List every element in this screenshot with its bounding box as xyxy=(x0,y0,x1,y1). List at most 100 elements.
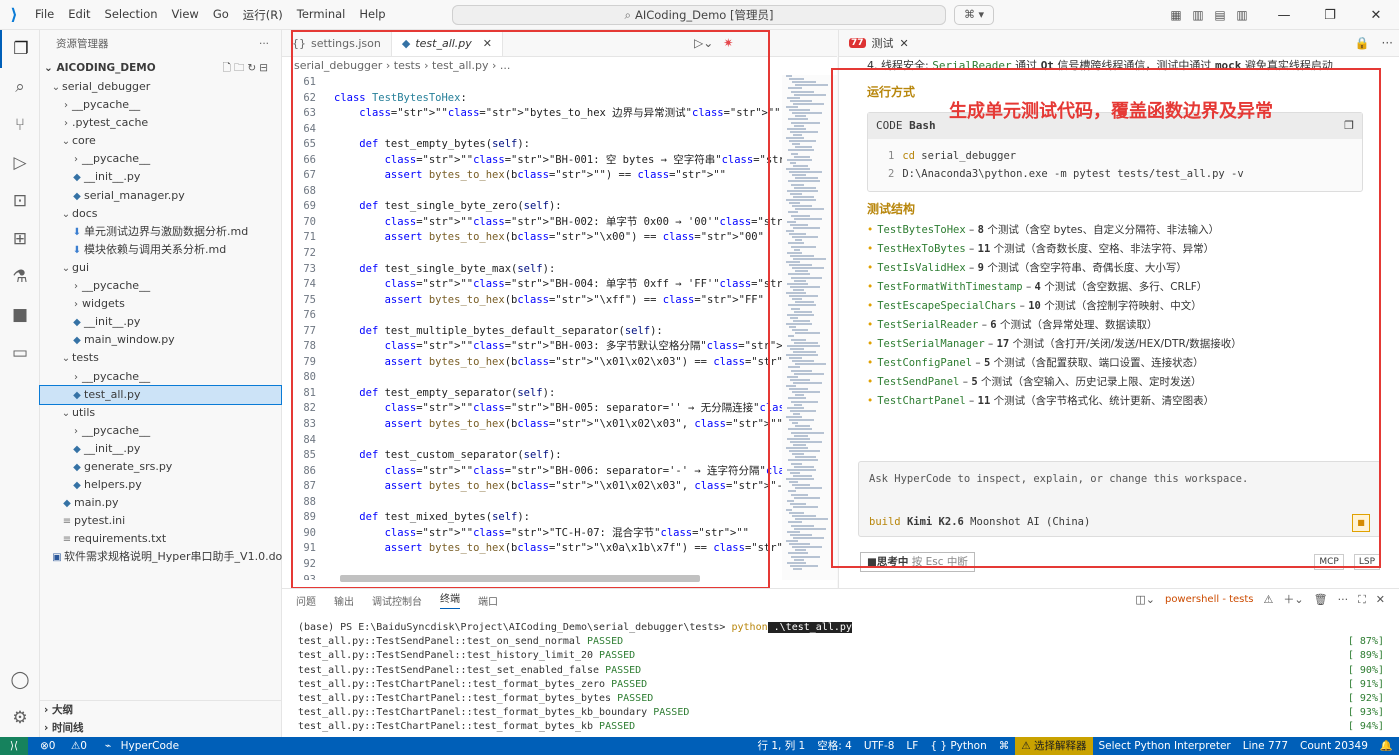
tree-folder[interactable]: › widgets xyxy=(40,295,281,313)
tree-file[interactable]: ≡ pytest.ini xyxy=(40,512,281,530)
panel-tab[interactable]: 终端 xyxy=(440,592,460,609)
tree-folder[interactable]: › __pycache__ xyxy=(40,96,281,114)
tree-file[interactable]: ◆ main_window.py xyxy=(40,331,281,349)
toggle-sidebar-icon[interactable]: ▥ xyxy=(1187,8,1209,22)
notifications-bell-icon[interactable]: 🔔 xyxy=(1374,737,1399,755)
breadcrumb-item[interactable]: tests xyxy=(394,59,421,72)
tree-file[interactable]: ≡ requirements.txt xyxy=(40,530,281,548)
mcp-badge[interactable]: MCP xyxy=(1314,554,1344,570)
tree-file[interactable]: ⬇ 模块依赖与调用关系分析.md xyxy=(40,241,281,259)
copilot-status-icon[interactable]: ⌘ xyxy=(993,737,1016,755)
code-line[interactable]: 84 xyxy=(282,433,837,449)
ports-icon[interactable]: ▭ xyxy=(0,334,40,372)
problems-count[interactable]: ⊗0 ⚠0 xyxy=(28,737,99,755)
code-line[interactable]: 61 xyxy=(282,75,837,91)
code-line[interactable]: 73 def test_single_byte_max(self): xyxy=(282,262,837,278)
trash-icon[interactable]: 🗑 xyxy=(1314,589,1328,611)
menu-item[interactable]: View xyxy=(165,7,206,23)
more-actions-icon[interactable]: ··· xyxy=(1338,589,1349,611)
tab-settings-json[interactable]: {} settings.json xyxy=(282,30,392,56)
menu-item[interactable]: Go xyxy=(206,7,236,23)
code-line[interactable]: 86 class="str">""class="str">"BH-006: se… xyxy=(282,464,837,480)
code-line[interactable]: 89 def test_mixed_bytes(self): xyxy=(282,510,837,526)
cursor-position[interactable]: 行 1, 列 1 xyxy=(752,737,812,755)
toggle-secondary-sidebar-icon[interactable]: ▥ xyxy=(1231,8,1253,22)
tab-test-all-py[interactable]: ◆ test_all.py ✕ xyxy=(391,30,504,57)
code-line[interactable]: 69 def test_single_byte_zero(self): xyxy=(282,199,837,215)
account-icon[interactable]: ◯ xyxy=(0,661,40,699)
menu-item[interactable]: 运行(R) xyxy=(236,7,290,23)
tree-folder[interactable]: ⌄ serial_debugger xyxy=(40,78,281,96)
settings-gear-icon[interactable]: ⚙ xyxy=(0,699,40,737)
layout-icon[interactable]: ▦ xyxy=(1165,8,1187,22)
explorer-actions[interactable]: 🗋🗀↻⊟ xyxy=(222,58,271,78)
line-count[interactable]: Line 777 xyxy=(1237,737,1294,755)
code-line[interactable]: 65 def test_empty_bytes(self): xyxy=(282,137,837,153)
tree-file[interactable]: ◆ generate_srs.py xyxy=(40,458,281,476)
timeline-section[interactable]: › 时间线 xyxy=(40,719,282,737)
restore-icon[interactable]: ❐ xyxy=(1307,8,1353,23)
more-actions-icon[interactable]: ··· xyxy=(1382,30,1393,57)
code-line[interactable]: 68 xyxy=(282,184,837,200)
tree-folder[interactable]: ⌄ docs xyxy=(40,205,281,223)
code-line[interactable]: 64 xyxy=(282,122,837,138)
horizontal-scrollbar[interactable] xyxy=(340,575,700,582)
indentation[interactable]: 空格: 4 xyxy=(811,737,858,755)
remote-explorer-icon[interactable]: ⊡ xyxy=(0,182,40,220)
breadcrumb-item[interactable]: test_all.py xyxy=(432,59,488,72)
minimap[interactable] xyxy=(782,75,837,580)
tree-folder[interactable]: ⌄ core xyxy=(40,132,281,150)
menu-item[interactable]: Selection xyxy=(98,7,165,23)
code-line[interactable]: 66 class="str">""class="str">"BH-001: 空 … xyxy=(282,153,837,169)
copilot-button[interactable]: ⌘ ▾ xyxy=(954,5,994,25)
explorer-icon[interactable]: ❐ xyxy=(0,30,40,68)
breadcrumb-item[interactable]: serial_debugger xyxy=(294,59,382,72)
code-line[interactable]: 70 class="str">""class="str">"BH-002: 单字… xyxy=(282,215,837,231)
debug-bug-icon[interactable]: ✷ xyxy=(723,30,733,57)
terminal-output[interactable]: (base) PS E:\BaiduSyncdisk\Project\AICod… xyxy=(298,621,1384,735)
code-line[interactable]: 92 xyxy=(282,557,837,573)
tree-folder[interactable]: › __pycache__ xyxy=(40,422,281,440)
tree-folder[interactable]: › __pycache__ xyxy=(40,150,281,168)
lsp-badge[interactable]: LSP xyxy=(1353,554,1380,570)
tree-file[interactable]: ◆ test_all.py xyxy=(39,384,282,405)
run-debug-icon[interactable]: ▷ xyxy=(0,144,40,182)
hypercode-icon[interactable]: ■ xyxy=(0,296,40,334)
tree-folder[interactable]: › .pytest_cache xyxy=(40,114,281,132)
eol[interactable]: LF xyxy=(900,737,924,755)
breadcrumb-item[interactable]: ... xyxy=(500,59,511,72)
minimize-icon[interactable]: — xyxy=(1261,8,1307,23)
tab-chat-test[interactable]: 77 测试 ✕ xyxy=(839,35,919,51)
close-tab-icon[interactable]: ✕ xyxy=(483,30,492,57)
code-line[interactable]: 80 xyxy=(282,370,837,386)
hypercode-status[interactable]: ⌁ HyperCode xyxy=(99,737,191,755)
tree-folder[interactable]: ⌄ utils xyxy=(40,404,281,422)
code-line[interactable]: 72 xyxy=(282,246,837,262)
tree-file[interactable]: ◆ __init__.py xyxy=(40,440,281,458)
code-line[interactable]: 81 def test_empty_separator(self): xyxy=(282,386,837,402)
outline-section[interactable]: › 大纲 xyxy=(40,701,282,719)
lock-icon[interactable]: 🔒 xyxy=(1355,30,1370,57)
tree-folder[interactable]: ⌄ gui xyxy=(40,259,281,277)
run-file-icon[interactable]: ▷⌄ xyxy=(694,30,713,57)
code-line[interactable]: 71 assert bytes_to_hex(bclass="str">"\x0… xyxy=(282,230,837,246)
select-python-interpreter[interactable]: Select Python Interpreter xyxy=(1093,737,1237,755)
search-activity-icon[interactable]: ⌕ xyxy=(0,68,40,106)
code-line[interactable]: 85 def test_custom_separator(self): xyxy=(282,448,837,464)
code-line[interactable]: 82 class="str">""class="str">"BH-005: se… xyxy=(282,401,837,417)
close-tab-icon[interactable]: ✕ xyxy=(900,37,909,50)
panel-tab[interactable]: 问题 xyxy=(296,593,316,608)
code-line[interactable]: 77 def test_multiple_bytes_default_separ… xyxy=(282,324,837,340)
code-line[interactable]: 78 class="str">""class="str">"BH-003: 多字… xyxy=(282,339,837,355)
code-line[interactable]: 63 class="str">""class="str">"bytes_to_h… xyxy=(282,106,837,122)
code-line[interactable]: 91 assert bytes_to_hex(bclass="str">"\x0… xyxy=(282,541,837,557)
terminal-shell-label[interactable]: powershell - tests xyxy=(1165,589,1254,611)
code-area[interactable]: 61 62 class TestBytesToHex: 63 class="str">… xyxy=(282,75,837,580)
code-line[interactable]: 90 class="str">""class="str">"TC-H-07: 混… xyxy=(282,526,837,542)
more-actions-icon[interactable]: ··· xyxy=(259,30,269,58)
menu-item[interactable]: Edit xyxy=(61,7,97,23)
source-control-icon[interactable]: ⑂ xyxy=(0,106,40,144)
close-icon[interactable]: ✕ xyxy=(1353,8,1399,23)
select-interpreter-warning[interactable]: ⚠ 选择解释器 xyxy=(1015,737,1093,755)
toggle-panel-icon[interactable]: ▤ xyxy=(1209,8,1231,22)
